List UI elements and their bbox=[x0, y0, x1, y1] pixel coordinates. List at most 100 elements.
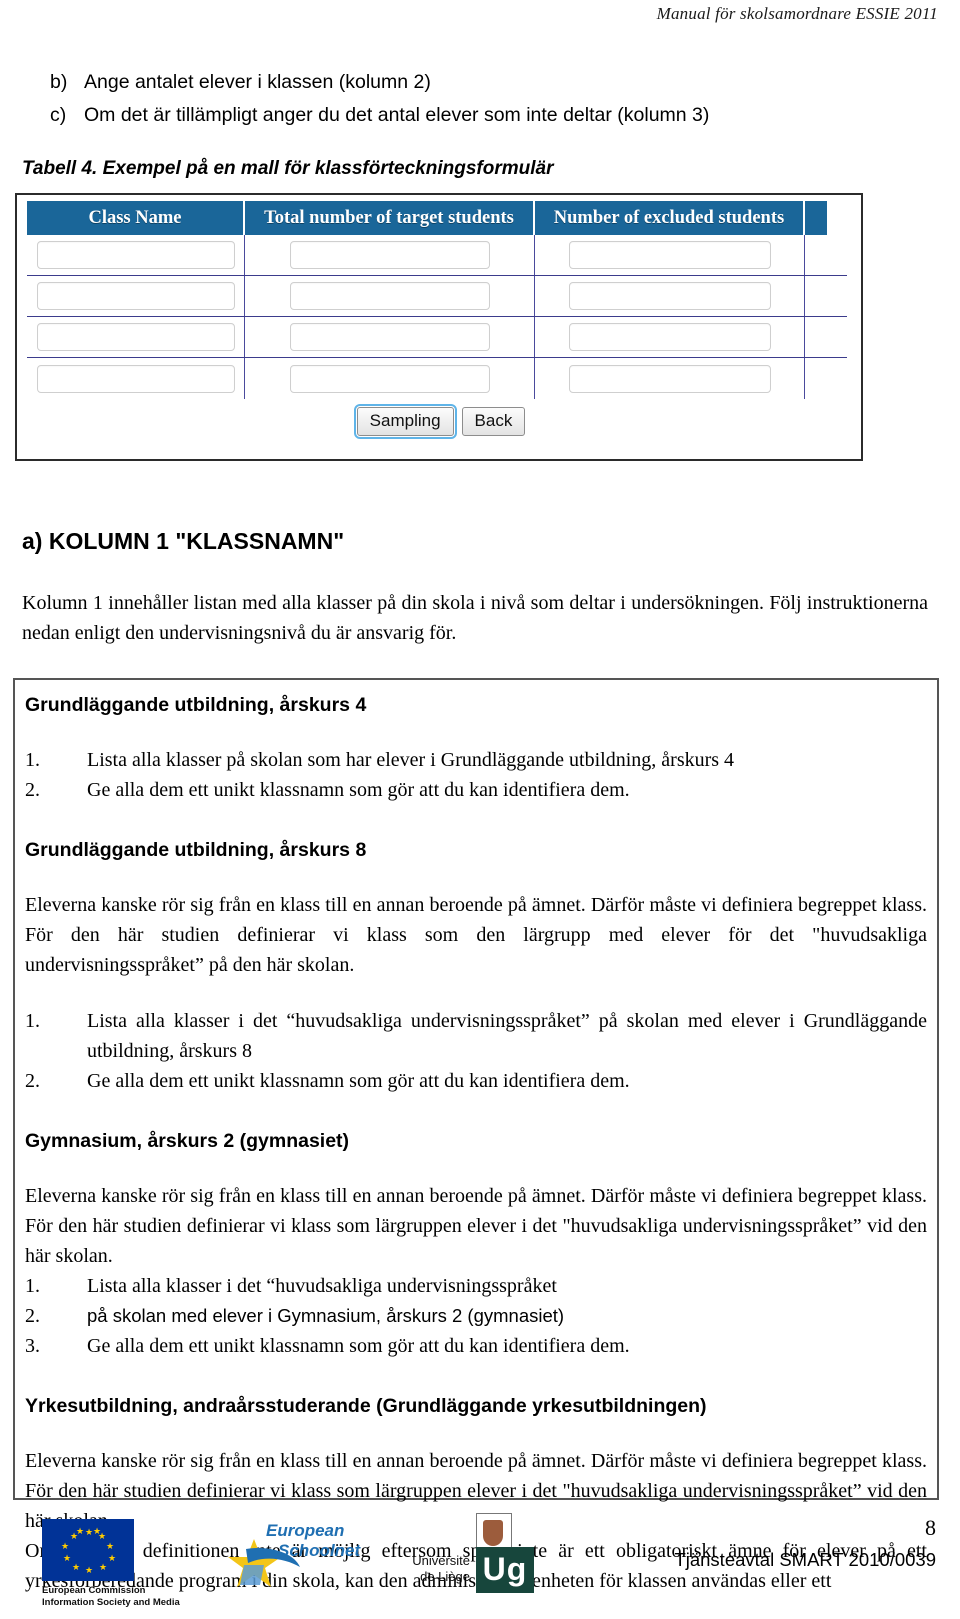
level-heading-gymnasium: Gymnasium, årskurs 2 (gymnasiet) bbox=[25, 1130, 350, 1152]
table-row bbox=[27, 358, 847, 399]
excluded-input[interactable] bbox=[568, 364, 771, 393]
class-name-input[interactable] bbox=[36, 323, 235, 351]
instructions-box: Grundläggande utbildning, årskurs 4 1. L… bbox=[13, 678, 939, 1592]
list-text: Ange antalet elever i klassen (kolumn 2) bbox=[84, 71, 431, 93]
excluded-input[interactable] bbox=[568, 323, 771, 351]
list-marker: c) bbox=[50, 104, 67, 126]
cell-spacer bbox=[805, 276, 827, 316]
page-number: 8 bbox=[925, 1515, 936, 1540]
cell-spacer bbox=[805, 317, 827, 357]
table-row bbox=[27, 235, 847, 276]
list-marker: 3. bbox=[25, 1335, 40, 1357]
cell-class-name bbox=[27, 358, 245, 399]
cell-excluded bbox=[535, 276, 805, 316]
section-heading-marker: a) bbox=[22, 528, 43, 554]
table-body bbox=[27, 235, 847, 399]
excluded-input[interactable] bbox=[568, 241, 771, 269]
excluded-input[interactable] bbox=[568, 282, 771, 310]
schoolnet-word-european: European bbox=[266, 1521, 345, 1540]
list-marker: 1. bbox=[25, 749, 40, 771]
class-name-input[interactable] bbox=[36, 282, 235, 310]
list-item: 2. på skolan med elever i Gymnasium, års… bbox=[25, 1301, 927, 1331]
level-heading-grade8: Grundläggande utbildning, årskurs 8 bbox=[25, 839, 367, 861]
table-row bbox=[27, 317, 847, 358]
table-row bbox=[27, 276, 847, 317]
form-button-bar: Sampling Back bbox=[17, 404, 865, 439]
list-text: Ge alla dem ett unikt klassnamn som gör … bbox=[87, 1335, 630, 1357]
level-heading-grade4: Grundläggande utbildning, årskurs 4 bbox=[25, 694, 367, 716]
column-header-excluded-students: Number of excluded students bbox=[535, 201, 805, 235]
total-target-input[interactable] bbox=[289, 364, 490, 393]
intro-list: b) Ange antalet elever i klassen (kolumn… bbox=[50, 66, 930, 132]
list-marker: 1. bbox=[25, 1010, 40, 1032]
european-commission-logo: ★ ★ ★ ★ ★ ★ ★ ★ ★ ★ ★ ★ European Commiss… bbox=[42, 1519, 180, 1609]
section-heading-rest: "Klassnamn" bbox=[175, 528, 345, 554]
list-item: 3. Ge alla dem ett unikt klassnamn som g… bbox=[25, 1331, 927, 1361]
list-item: c) Om det är tillämpligt anger du det an… bbox=[50, 99, 930, 132]
section-intro-paragraph: Kolumn 1 innehåller listan med alla klas… bbox=[22, 592, 928, 644]
section-heading: a) Kolumn 1 "Klassnamn" bbox=[22, 528, 344, 555]
back-button[interactable]: Back bbox=[461, 407, 526, 436]
class-name-input[interactable] bbox=[36, 364, 235, 393]
class-listing-table: Class Name Total number of target studen… bbox=[27, 201, 847, 399]
universite-de-liege-logo: Université de Liège Ug bbox=[392, 1513, 552, 1599]
total-target-input[interactable] bbox=[289, 241, 490, 269]
contract-reference: Tjänsteavtal SMART 2010/0039 bbox=[674, 1549, 936, 1570]
list-marker: b) bbox=[50, 71, 68, 93]
uliege-name: Université de Liège bbox=[392, 1553, 470, 1585]
cell-spacer bbox=[805, 358, 827, 399]
cell-total-target bbox=[245, 276, 535, 316]
total-target-input[interactable] bbox=[289, 323, 490, 351]
uliege-line1: Université bbox=[412, 1553, 470, 1568]
cell-total-target bbox=[245, 317, 535, 357]
level-paragraph-gymnasium: Eleverna kanske rör sig från en klass ti… bbox=[25, 1185, 927, 1267]
list-item: 1. Lista alla klasser på skolan som har … bbox=[25, 745, 927, 775]
page-footer: ★ ★ ★ ★ ★ ★ ★ ★ ★ ★ ★ ★ European Commiss… bbox=[0, 1505, 960, 1619]
section-heading-word: Kolumn 1 bbox=[48, 528, 169, 554]
class-name-input[interactable] bbox=[36, 241, 235, 269]
list-text: Ge alla dem ett unikt klassnamn som gör … bbox=[87, 1070, 630, 1092]
schoolnet-word-schoolnet: Schoolnet bbox=[278, 1541, 361, 1560]
list-marker: 1. bbox=[25, 1275, 40, 1297]
ec-caption-line1: European Commission bbox=[42, 1585, 146, 1596]
list-item: 1. Lista alla klasser i det “huvudsaklig… bbox=[25, 1006, 927, 1066]
cell-total-target bbox=[245, 358, 535, 399]
european-schoolnet-logo: European Schoolnet bbox=[228, 1519, 398, 1593]
level-list-grade4: 1. Lista alla klasser på skolan som har … bbox=[25, 745, 927, 805]
column-header-total-target-students: Total number of target students bbox=[245, 201, 535, 235]
level-paragraph-grade8: Eleverna kanske rör sig från en klass ti… bbox=[25, 894, 927, 976]
column-header-spacer bbox=[805, 201, 827, 235]
list-item: 2. Ge alla dem ett unikt klassnamn som g… bbox=[25, 775, 927, 805]
list-text: Om det är tillämpligt anger du det antal… bbox=[84, 104, 710, 126]
cell-excluded bbox=[535, 235, 805, 275]
ec-caption-line2: Information Society and Media bbox=[42, 1597, 180, 1608]
list-item: b) Ange antalet elever i klassen (kolumn… bbox=[50, 66, 930, 99]
list-text: Ge alla dem ett unikt klassnamn som gör … bbox=[87, 779, 630, 801]
running-header: Manual för skolsamordnare ESSIE 2011 bbox=[656, 4, 938, 23]
level-heading-vocational: Yrkesutbildning, andraårsstuderande (Gru… bbox=[25, 1395, 707, 1417]
list-text: Lista alla klasser i det “huvudsakliga u… bbox=[87, 1010, 927, 1062]
level-list-gymnasium: 1. Lista alla klasser i det “huvudsaklig… bbox=[25, 1271, 927, 1361]
list-text: Lista alla klasser i det “huvudsakliga u… bbox=[87, 1275, 557, 1297]
cell-spacer bbox=[805, 235, 827, 275]
list-text: på skolan med elever i Gymnasium, årskur… bbox=[87, 1305, 565, 1326]
cell-class-name bbox=[27, 276, 245, 316]
list-marker: 2. bbox=[25, 1305, 40, 1327]
cell-excluded bbox=[535, 358, 805, 399]
table-header-row: Class Name Total number of target studen… bbox=[27, 201, 847, 235]
table-caption: Tabell 4. Exempel på en mall för klassfö… bbox=[22, 158, 554, 179]
list-item: 1. Lista alla klasser i det “huvudsaklig… bbox=[25, 1271, 927, 1301]
list-marker: 2. bbox=[25, 1070, 40, 1092]
total-target-input[interactable] bbox=[289, 282, 490, 310]
cell-total-target bbox=[245, 235, 535, 275]
sampling-button[interactable]: Sampling bbox=[353, 404, 457, 439]
cell-class-name bbox=[27, 317, 245, 357]
column-header-class-name: Class Name bbox=[27, 201, 245, 235]
eu-flag-icon: ★ ★ ★ ★ ★ ★ ★ ★ ★ ★ ★ ★ bbox=[42, 1519, 134, 1581]
cell-class-name bbox=[27, 235, 245, 275]
list-text: Lista alla klasser på skolan som har ele… bbox=[87, 749, 735, 771]
cell-excluded bbox=[535, 317, 805, 357]
uliege-line2: de Liège bbox=[420, 1569, 470, 1584]
level-list-grade8: 1. Lista alla klasser i det “huvudsaklig… bbox=[25, 1006, 927, 1096]
uliege-monogram: Ug bbox=[476, 1547, 534, 1593]
